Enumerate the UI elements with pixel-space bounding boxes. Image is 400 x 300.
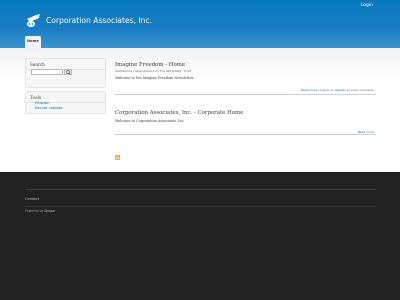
node-divider bbox=[115, 134, 376, 135]
site-name[interactable]: Corporation Associates, Inc. bbox=[46, 16, 152, 25]
footer-divider bbox=[25, 189, 376, 190]
article-node: Imagine Freedom - Home Submitted by imag… bbox=[115, 62, 376, 94]
powered-by: Powered by Drupal bbox=[25, 209, 55, 213]
search-block: Search bbox=[25, 58, 106, 88]
article-submitted: Submitted by imaginefreedom on Thu, 08/2… bbox=[115, 70, 192, 73]
site-footer: Contact Powered by Drupal bbox=[0, 172, 400, 300]
article-body: Welcome to the Imagine Freedom Newslette… bbox=[115, 76, 194, 80]
article-title[interactable]: Imagine Freedom - Home bbox=[115, 62, 376, 68]
rss-feed-icon[interactable] bbox=[115, 155, 120, 160]
login-link[interactable]: Login bbox=[361, 3, 373, 8]
log-in-link[interactable]: Log in bbox=[320, 88, 329, 92]
read-more-link[interactable]: Read more bbox=[301, 88, 317, 92]
node-divider bbox=[115, 94, 376, 95]
article-body: Welcome to Corporation Associates, Inc. bbox=[115, 119, 185, 123]
article-title[interactable]: Corporation Associates, Inc. - Corporate… bbox=[115, 110, 376, 116]
search-input[interactable] bbox=[31, 69, 63, 75]
tools-list: Forums Recent content bbox=[35, 101, 63, 110]
site-header: Login Corporation Associates, Inc. Home bbox=[0, 0, 400, 48]
tab-home[interactable]: Home bbox=[25, 36, 41, 48]
to-post-comments-text: to post comments bbox=[345, 88, 374, 92]
powered-by-text: Powered by bbox=[25, 209, 45, 213]
drupal-link[interactable]: Drupal bbox=[45, 209, 56, 213]
article-node: Corporation Associates, Inc. - Corporate… bbox=[115, 110, 376, 136]
register-link[interactable]: register bbox=[334, 88, 346, 92]
search-icon bbox=[66, 70, 71, 75]
tools-link-recent-content[interactable]: Recent content bbox=[35, 106, 63, 111]
site-logo-icon[interactable] bbox=[25, 13, 41, 29]
contact-link[interactable]: Contact bbox=[25, 197, 39, 201]
footer-divider bbox=[25, 206, 376, 207]
search-button[interactable] bbox=[64, 69, 72, 75]
article-links: Read more | Log in or register to post c… bbox=[301, 88, 374, 92]
tools-block: Tools Forums Recent content bbox=[25, 91, 106, 114]
